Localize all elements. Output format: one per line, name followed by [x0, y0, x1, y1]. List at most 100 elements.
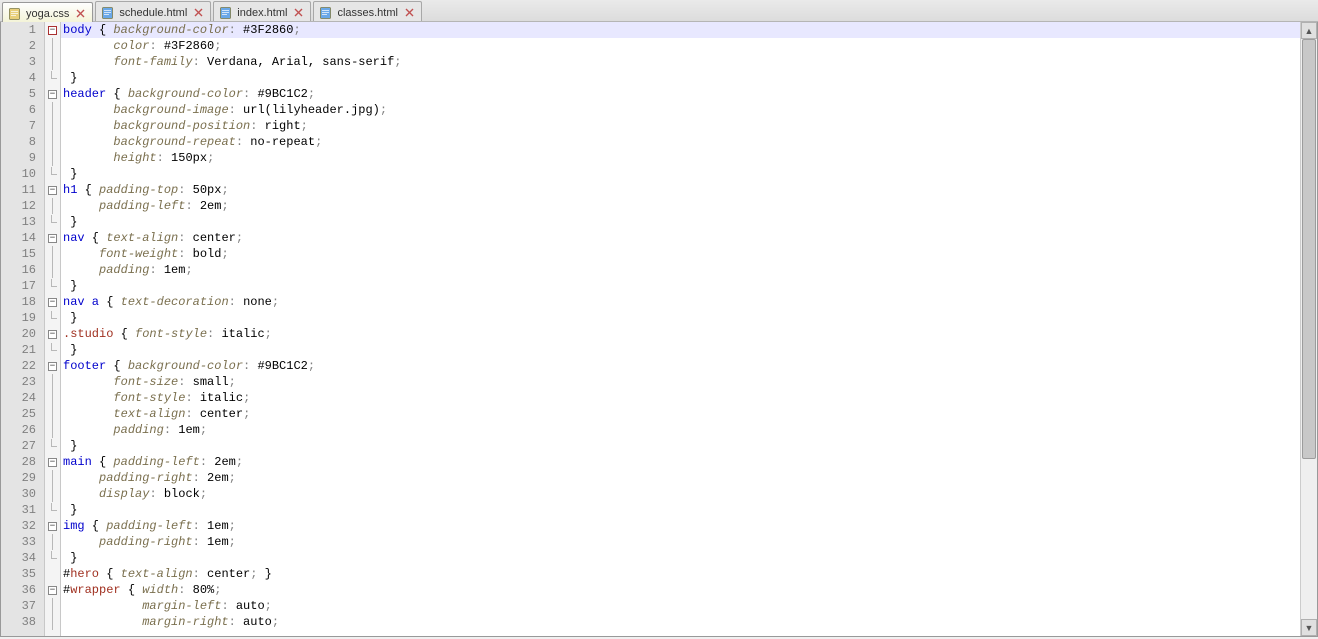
vertical-scrollbar[interactable]: ▲ ▼: [1300, 22, 1317, 636]
code-line[interactable]: .studio { font-style: italic;: [61, 326, 1300, 342]
code-token: ;: [243, 391, 250, 405]
code-token: ;: [243, 407, 250, 421]
code-line[interactable]: main { padding-left: 2em;: [61, 454, 1300, 470]
code-token: :: [157, 151, 171, 165]
scroll-down-button[interactable]: ▼: [1301, 619, 1317, 636]
code-token: [63, 199, 99, 213]
code-line[interactable]: nav a { text-decoration: none;: [61, 294, 1300, 310]
code-line[interactable]: }: [61, 166, 1300, 182]
code-line[interactable]: #wrapper { width: 80%;: [61, 582, 1300, 598]
code-line[interactable]: }: [61, 214, 1300, 230]
code-token: #3F2860: [164, 39, 214, 53]
code-token: :: [243, 359, 257, 373]
fold-toggle-icon: −: [48, 458, 57, 467]
code-line[interactable]: body { background-color: #3F2860;: [61, 22, 1300, 38]
close-icon[interactable]: [75, 8, 86, 19]
code-line[interactable]: }: [61, 502, 1300, 518]
code-line[interactable]: }: [61, 438, 1300, 454]
code-token: ;: [229, 535, 236, 549]
code-line[interactable]: font-style: italic;: [61, 390, 1300, 406]
tab-schedule-html[interactable]: schedule.html: [95, 1, 211, 21]
code-token: }: [63, 71, 77, 85]
code-line[interactable]: padding-right: 2em;: [61, 470, 1300, 486]
fold-toggle[interactable]: −: [45, 182, 60, 198]
code-line[interactable]: }: [61, 550, 1300, 566]
code-token: nav a: [63, 295, 99, 309]
fold-toggle[interactable]: −: [45, 326, 60, 342]
code-token: [63, 535, 99, 549]
fold-toggle[interactable]: −: [45, 230, 60, 246]
line-number: 36: [1, 582, 44, 598]
code-line[interactable]: color: #3F2860;: [61, 38, 1300, 54]
line-number: 33: [1, 534, 44, 550]
code-line[interactable]: height: 150px;: [61, 150, 1300, 166]
fold-toggle[interactable]: −: [45, 518, 60, 534]
line-number: 23: [1, 374, 44, 390]
fold-toggle[interactable]: −: [45, 22, 60, 38]
code-line[interactable]: padding-right: 1em;: [61, 534, 1300, 550]
close-icon[interactable]: [404, 7, 415, 18]
code-line[interactable]: background-repeat: no-repeat;: [61, 134, 1300, 150]
fold-toggle[interactable]: −: [45, 358, 60, 374]
code-token: }: [63, 279, 77, 293]
code-line[interactable]: background-position: right;: [61, 118, 1300, 134]
code-line[interactable]: footer { background-color: #9BC1C2;: [61, 358, 1300, 374]
line-number: 22: [1, 358, 44, 374]
code-token: ;: [236, 455, 243, 469]
code-line[interactable]: header { background-color: #9BC1C2;: [61, 86, 1300, 102]
code-token: }: [63, 167, 77, 181]
code-line[interactable]: }: [61, 278, 1300, 294]
code-token: font-size: [113, 375, 178, 389]
code-token: display: [99, 487, 149, 501]
code-line[interactable]: }: [61, 310, 1300, 326]
line-number: 20: [1, 326, 44, 342]
line-number: 7: [1, 118, 44, 134]
code-line[interactable]: }: [61, 342, 1300, 358]
close-icon[interactable]: [193, 7, 204, 18]
close-icon[interactable]: [293, 7, 304, 18]
code-line[interactable]: font-family: Verdana, Arial, sans-serif;: [61, 54, 1300, 70]
code-line[interactable]: }: [61, 70, 1300, 86]
code-token: no-repeat: [250, 135, 315, 149]
code-token: :: [178, 183, 192, 197]
code-token: font-style: [113, 391, 185, 405]
tab-index-html[interactable]: index.html: [213, 1, 311, 21]
code-token: :: [229, 103, 243, 117]
tab-yoga-css[interactable]: yoga.css: [2, 2, 93, 22]
code-token: :: [207, 327, 221, 341]
code-line[interactable]: h1 { padding-top: 50px;: [61, 182, 1300, 198]
fold-toggle[interactable]: −: [45, 454, 60, 470]
code-token: {: [106, 359, 128, 373]
code-line[interactable]: nav { text-align: center;: [61, 230, 1300, 246]
code-token: auto: [243, 615, 272, 629]
scroll-up-button[interactable]: ▲: [1301, 22, 1317, 39]
code-token: footer: [63, 359, 106, 373]
code-token: {: [106, 87, 128, 101]
code-line[interactable]: font-size: small;: [61, 374, 1300, 390]
code-token: body: [63, 23, 92, 37]
scroll-thumb[interactable]: [1302, 39, 1316, 459]
fold-toggle[interactable]: −: [45, 582, 60, 598]
code-token: #3F2860: [243, 23, 293, 37]
code-line[interactable]: img { padding-left: 1em;: [61, 518, 1300, 534]
line-number: 4: [1, 70, 44, 86]
code-token: block: [164, 487, 200, 501]
code-area[interactable]: body { background-color: #3F2860; color:…: [61, 22, 1300, 636]
code-line[interactable]: padding-left: 2em;: [61, 198, 1300, 214]
tab-classes-html[interactable]: classes.html: [313, 1, 422, 21]
code-line[interactable]: display: block;: [61, 486, 1300, 502]
code-line[interactable]: padding: 1em;: [61, 262, 1300, 278]
fold-guide: [45, 598, 60, 614]
code-token: 150px: [171, 151, 207, 165]
code-line[interactable]: margin-left: auto;: [61, 598, 1300, 614]
code-token: [63, 375, 113, 389]
code-line[interactable]: background-image: url(lilyheader.jpg);: [61, 102, 1300, 118]
fold-end: [45, 310, 60, 326]
code-line[interactable]: #hero { text-align: center; }: [61, 566, 1300, 582]
code-line[interactable]: font-weight: bold;: [61, 246, 1300, 262]
code-line[interactable]: padding: 1em;: [61, 422, 1300, 438]
fold-toggle[interactable]: −: [45, 294, 60, 310]
code-line[interactable]: text-align: center;: [61, 406, 1300, 422]
fold-toggle[interactable]: −: [45, 86, 60, 102]
code-line[interactable]: margin-right: auto;: [61, 614, 1300, 630]
